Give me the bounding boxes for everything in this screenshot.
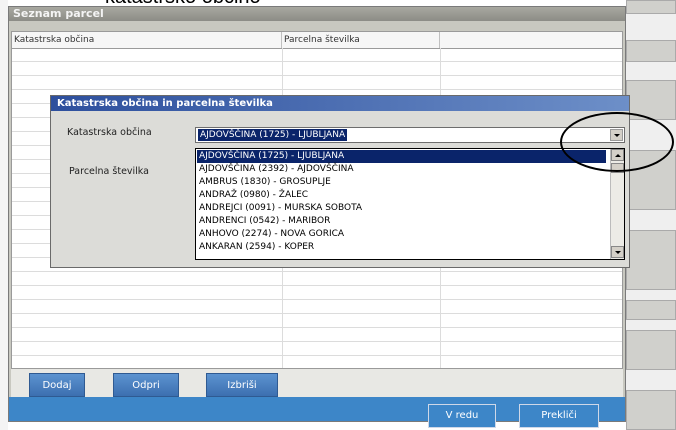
- highlight-circle: [560, 112, 674, 172]
- bg-block: [626, 390, 676, 430]
- bg-block: [626, 300, 676, 320]
- background-window-edge: [626, 0, 676, 430]
- ko-label: Katastrska občina: [67, 127, 152, 138]
- dropdown-option[interactable]: ANDREJCI (0091) - MURSKA SOBOTA: [197, 202, 362, 215]
- column-header-ko[interactable]: Katastrska občina: [12, 32, 282, 48]
- bg-block: [626, 230, 676, 290]
- add-button[interactable]: Dodaj: [29, 373, 85, 397]
- dropdown-option[interactable]: AJDOVŠČINA (1725) - LJUBLJANA: [197, 150, 606, 163]
- bg-block: [626, 0, 676, 14]
- scroll-down-button[interactable]: [611, 246, 624, 258]
- dropdown-option[interactable]: ANDRENCI (0542) - MARIBOR: [197, 215, 330, 228]
- list-header: Katastrska občina Parcelna številka: [12, 32, 622, 49]
- dropdown-option[interactable]: AMBRUS (1830) - GROSUPLJE: [197, 176, 331, 189]
- chevron-down-icon: [615, 251, 621, 254]
- dialog-title: Katastrska občina in parcelna številka: [51, 96, 629, 111]
- ok-button[interactable]: V redu: [428, 404, 496, 428]
- ko-parcel-dialog: Katastrska občina in parcelna številka K…: [50, 95, 630, 268]
- ko-dropdown-list[interactable]: AJDOVŠČINA (1725) - LJUBLJANA AJDOVŠČINA…: [195, 148, 625, 260]
- dropdown-option[interactable]: AJDOVŠČINA (2392) - AJDOVŠČINA: [197, 163, 354, 176]
- dropdown-option[interactable]: ANHOVO (2274) - NOVA GORICA: [197, 228, 344, 241]
- left-edge: [0, 0, 8, 430]
- button-area: [11, 369, 623, 399]
- bg-block: [626, 40, 676, 62]
- window-title: Seznam parcel: [9, 7, 625, 21]
- bg-block: [626, 330, 676, 370]
- delete-button[interactable]: Izbriši: [206, 373, 278, 397]
- cancel-button[interactable]: Prekliči: [519, 404, 599, 428]
- ko-combobox-value: AJDOVŠČINA (1725) - LJUBLJANA: [198, 129, 348, 141]
- open-button[interactable]: Odpri: [113, 373, 179, 397]
- column-header-parcel[interactable]: Parcelna številka: [282, 32, 440, 48]
- dropdown-option[interactable]: ANDRAŽ (0980) - ŽALEC: [197, 189, 308, 202]
- dropdown-option[interactable]: ANKARAN (2594) - KOPER: [197, 241, 314, 254]
- parcel-label: Parcelna številka: [69, 166, 149, 177]
